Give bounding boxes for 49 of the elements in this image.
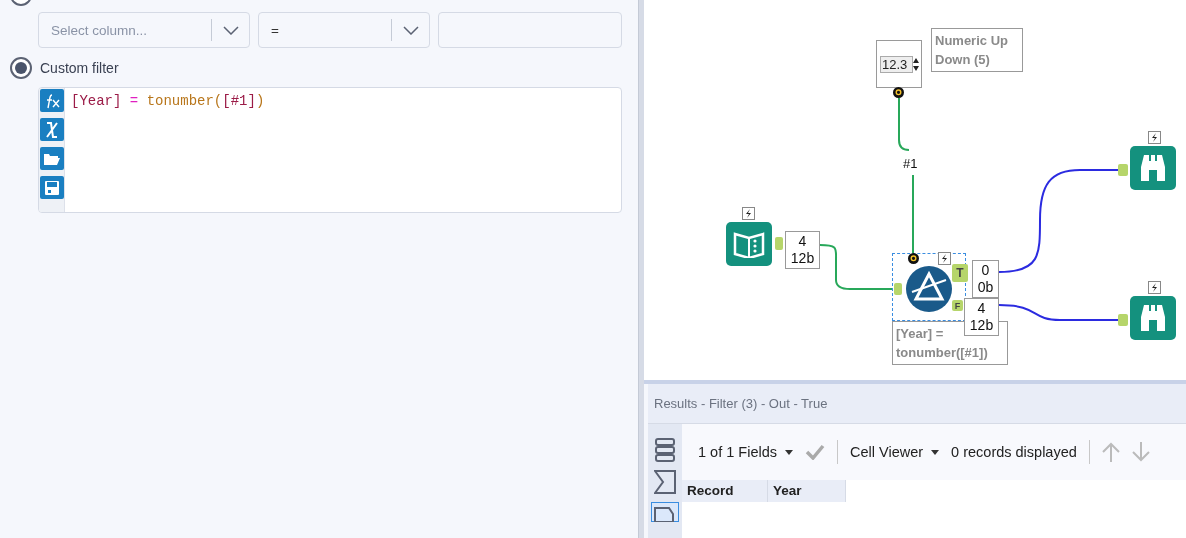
question-anchor-icon	[908, 253, 919, 264]
browse-tool[interactable]	[1130, 296, 1176, 340]
filter-tool[interactable]	[906, 266, 952, 312]
lightning-icon	[742, 207, 755, 220]
lightning-icon	[938, 252, 951, 265]
chevron-icon	[222, 25, 239, 35]
function-icon[interactable]	[40, 89, 64, 112]
output-anchor[interactable]: T	[952, 264, 968, 282]
lightning-icon	[1148, 131, 1161, 144]
tool-annotation: Numeric Up Down (5)	[931, 28, 1023, 72]
binoculars-icon	[1139, 303, 1167, 333]
question-anchor-icon	[893, 87, 904, 98]
expression-editor[interactable]: [Year] = tonumber([#1])	[38, 87, 622, 213]
folder-icon[interactable]	[40, 147, 64, 170]
chevron-icon	[402, 25, 419, 35]
input-anchor[interactable]	[894, 283, 902, 295]
variable-icon[interactable]	[40, 118, 64, 141]
record-count: 4 12b	[964, 298, 999, 336]
record-count: 4 12b	[785, 231, 820, 269]
check-icon[interactable]	[805, 444, 825, 460]
binoculars-icon	[1139, 153, 1167, 183]
output-anchor[interactable]: F	[952, 300, 963, 311]
expression-text: [Year] = tonumber([#1])	[70, 92, 266, 111]
column-header[interactable]: Year	[768, 480, 846, 502]
connection-line	[898, 97, 910, 151]
sum-icon[interactable]	[654, 470, 676, 494]
rows-icon[interactable]	[655, 438, 675, 462]
record-count: 0 0b	[972, 260, 999, 298]
book-icon	[733, 230, 765, 258]
tag-icon[interactable]	[651, 502, 679, 522]
input-tool[interactable]	[726, 222, 772, 266]
save-icon[interactable]	[40, 176, 64, 199]
column-header[interactable]: Record	[682, 480, 768, 502]
input-anchor[interactable]	[1118, 164, 1128, 176]
caret-icon	[785, 449, 793, 455]
lightning-icon	[1148, 281, 1161, 294]
caret-icon	[931, 449, 940, 455]
operator-select[interactable]: =	[258, 12, 430, 48]
fields-menu[interactable]: 1 of 1 Fields	[698, 444, 793, 460]
link-label: #1	[903, 156, 918, 171]
records-count: 0 records displayed	[951, 444, 1077, 460]
number-field: 12.3	[880, 56, 913, 73]
value-field[interactable]	[438, 12, 622, 48]
radio-button[interactable]	[10, 57, 32, 79]
results-title: Results - Filter (3) - Out - True	[654, 396, 828, 411]
browse-tool[interactable]	[1130, 146, 1176, 190]
radio-label: Custom filter	[40, 60, 119, 76]
input-anchor[interactable]	[1118, 314, 1128, 326]
viewer-menu[interactable]: Cell Viewer	[850, 444, 940, 460]
